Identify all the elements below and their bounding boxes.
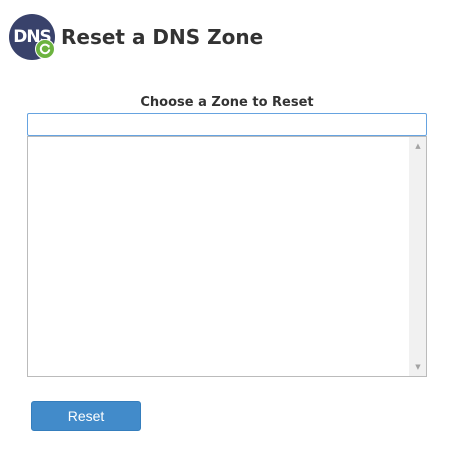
page-title: Reset a DNS Zone — [61, 25, 264, 49]
refresh-badge-icon — [35, 39, 55, 59]
page-header: DNS Reset a DNS Zone — [9, 13, 263, 61]
reset-button[interactable]: Reset — [31, 401, 141, 431]
dns-logo-icon: DNS — [9, 14, 55, 60]
zone-list[interactable]: ▲ ▼ — [27, 136, 427, 377]
zone-list-scrollbar[interactable]: ▲ ▼ — [409, 137, 426, 376]
scroll-up-arrow-icon[interactable]: ▲ — [410, 139, 426, 153]
zone-select-label: Choose a Zone to Reset — [140, 95, 314, 110]
scroll-down-arrow-icon[interactable]: ▼ — [410, 360, 426, 374]
zone-search-input[interactable] — [27, 113, 427, 136]
